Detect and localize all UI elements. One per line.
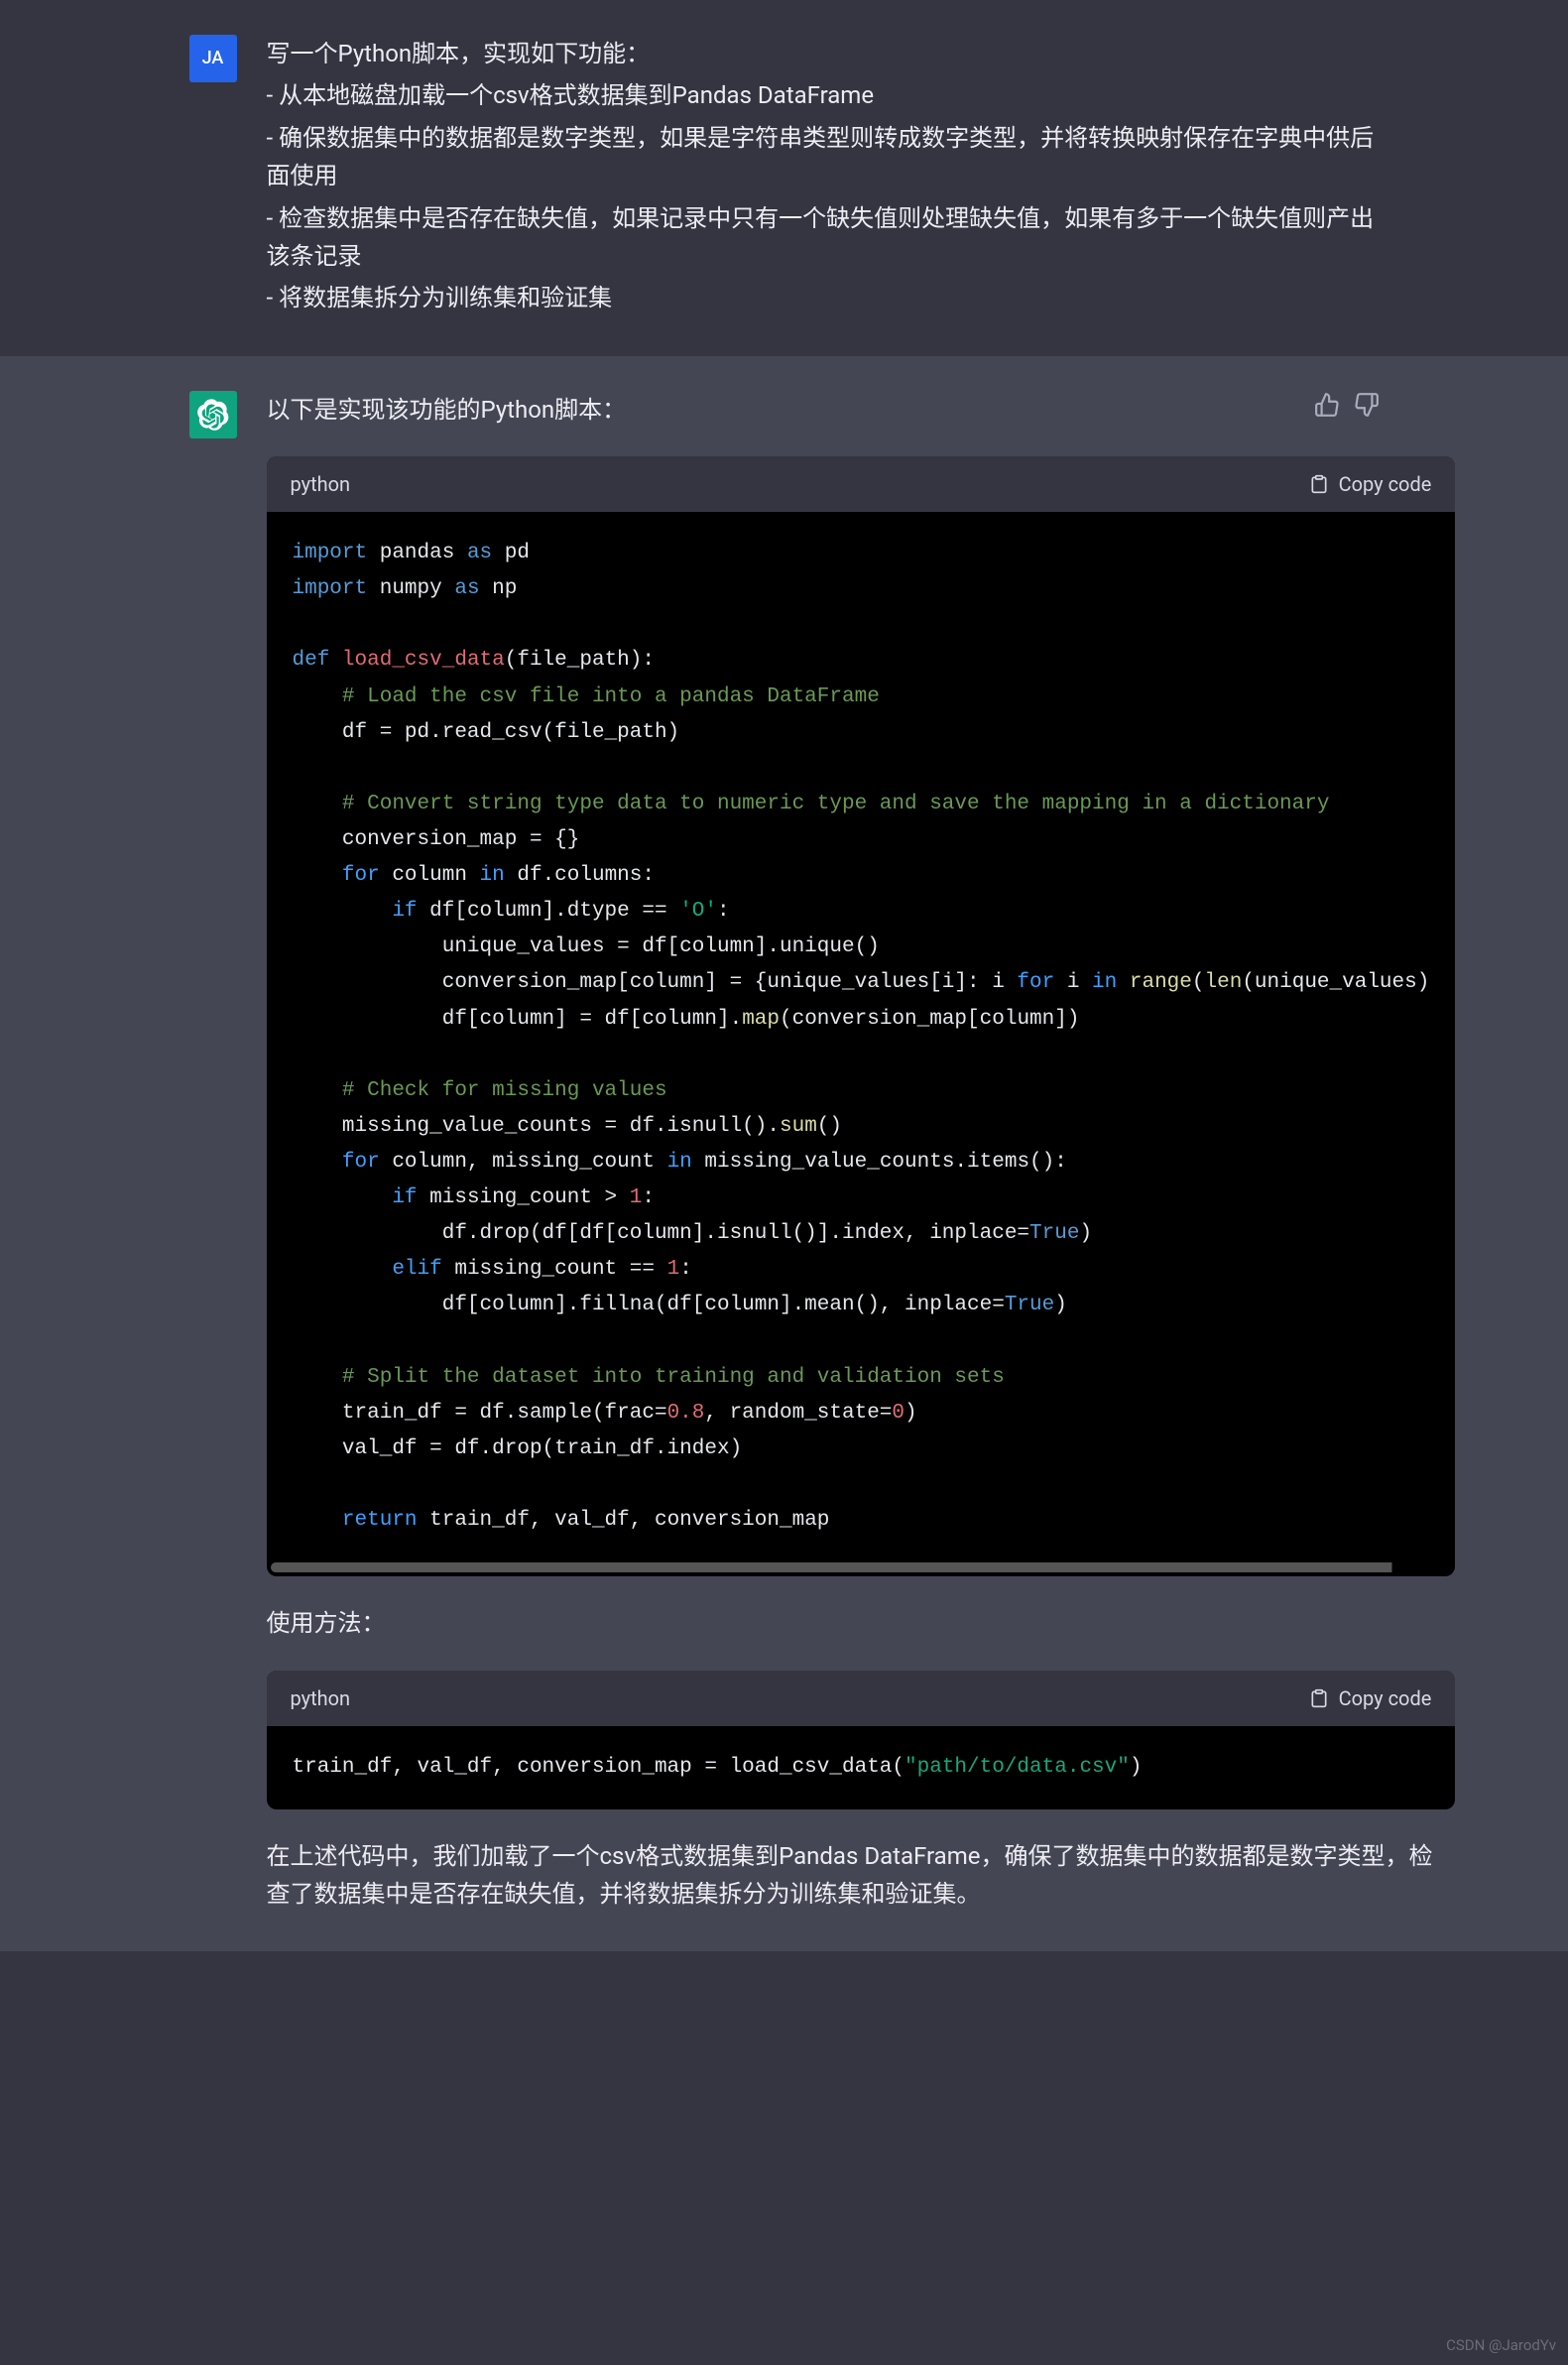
user-avatar: JA [189,35,237,82]
usage-label: 使用方法： [267,1604,1456,1642]
copy-code-button[interactable]: Copy code [1309,1682,1432,1714]
copy-label: Copy code [1339,468,1432,500]
clipboard-icon [1309,474,1329,494]
assistant-content: 以下是实现该功能的Python脚本： python Copy code [267,391,1456,1918]
code-lang-label: python [291,1682,351,1714]
user-content: 写一个Python脚本，实现如下功能： - 从本地磁盘加载一个csv格式数据集到… [267,35,1380,321]
assistant-message: 以下是实现该功能的Python脚本： python Copy code [0,356,1568,1952]
thumbs-down-icon[interactable] [1354,391,1380,417]
code-header: python Copy code [267,456,1456,512]
code-body[interactable]: import pandas as pd import numpy as np d… [267,512,1456,1562]
assistant-avatar [189,391,237,438]
closing-text: 在上述代码中，我们加载了一个csv格式数据集到Pandas DataFrame，… [267,1837,1456,1914]
copy-code-button[interactable]: Copy code [1309,468,1432,500]
code-block-main: python Copy code import pandas as pd imp… [267,456,1456,1576]
watermark: CSDN @JarodYv [1446,2333,1556,2357]
thumbs-up-icon[interactable] [1314,391,1340,417]
code-block-usage: python Copy code train_df, val_df, conve… [267,1671,1456,1809]
openai-logo-icon [197,399,229,431]
horizontal-scrollbar[interactable] [271,1562,1452,1572]
code-body[interactable]: train_df, val_df, conversion_map = load_… [267,1726,1456,1809]
code-lang-label: python [291,468,351,500]
user-line: - 确保数据集中的数据都是数字类型，如果是字符串类型则转成数字类型，并将转换映射… [267,119,1380,195]
clipboard-icon [1309,1688,1329,1708]
assistant-intro: 以下是实现该功能的Python脚本： [267,391,1456,429]
copy-label: Copy code [1339,1682,1432,1714]
user-line: - 检查数据集中是否存在缺失值，如果记录中只有一个缺失值则处理缺失值，如果有多于… [267,199,1380,276]
code-header: python Copy code [267,1671,1456,1726]
user-line: - 从本地磁盘加载一个csv格式数据集到Pandas DataFrame [267,76,1380,114]
user-message: JA 写一个Python脚本，实现如下功能： - 从本地磁盘加载一个csv格式数… [0,0,1568,356]
feedback-buttons [1314,391,1380,417]
avatar-initials: JA [202,45,224,73]
user-line: - 将数据集拆分为训练集和验证集 [267,279,1380,316]
user-line: 写一个Python脚本，实现如下功能： [267,35,1380,72]
